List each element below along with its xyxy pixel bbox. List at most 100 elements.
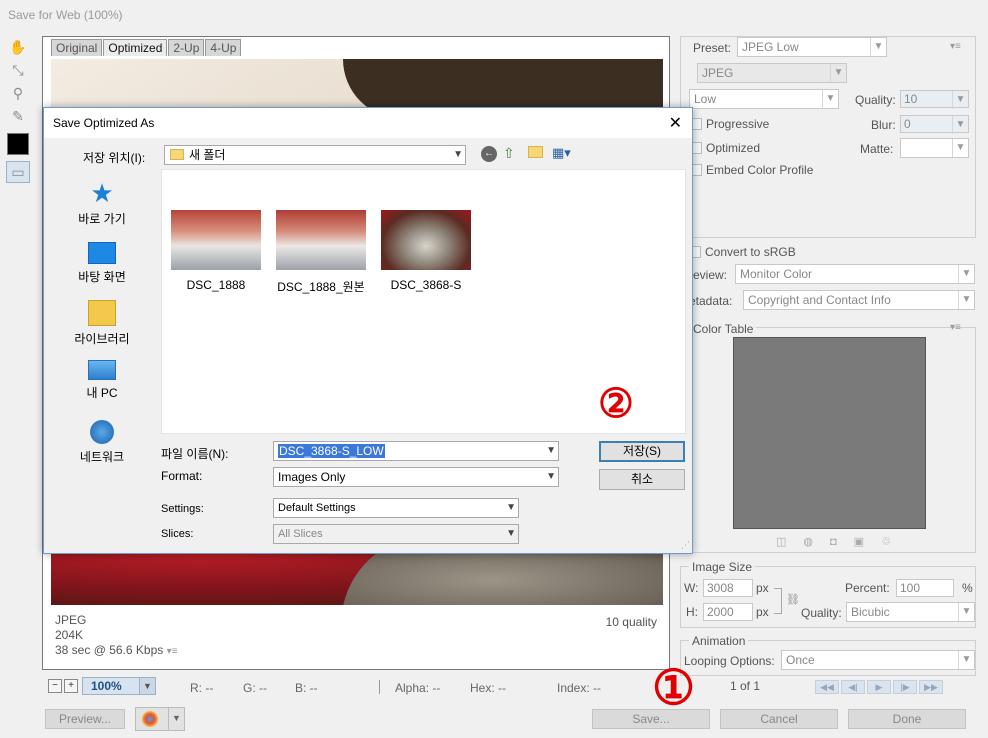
status-bar: − + 100% ▼ R: -- G: -- B: -- Alpha: -- He… (42, 677, 670, 699)
width-label: W: (684, 581, 699, 595)
last-frame-icon[interactable]: ▶▶ (919, 680, 943, 694)
preset-select[interactable]: JPEG Low ▼ (737, 37, 887, 57)
location-label: 저장 위치(I): (83, 151, 146, 165)
zoom-in-button[interactable]: + (64, 679, 78, 693)
looping-select[interactable]: Once ▼ (781, 650, 975, 670)
dialog-cancel-button[interactable]: 취소 (599, 469, 685, 490)
close-icon[interactable]: ✕ (669, 113, 682, 133)
done-button[interactable]: Done (848, 709, 966, 729)
color-table-menu-icon[interactable]: ▾≡ (950, 322, 961, 333)
view-menu-icon[interactable]: ▦▾ (552, 145, 571, 161)
matte-label: Matte: (860, 142, 894, 156)
sidebar-item-network[interactable]: 네트워크 (46, 420, 158, 465)
convert-srgb-checkbox[interactable]: Convert to sRGB (689, 245, 796, 259)
metadata-select[interactable]: Copyright and Contact Info ▼ (743, 290, 975, 310)
library-icon (88, 300, 116, 326)
cancel-button[interactable]: Cancel (720, 709, 838, 729)
sidebar-item-this-pc[interactable]: 내 PC (46, 360, 158, 401)
blur-label: Blur: (871, 118, 896, 132)
readout-g: G: -- (243, 681, 267, 695)
settings-select[interactable]: Default Settings ▼ (273, 498, 519, 518)
color-table-actions: ◫◍◘▣♲ (776, 535, 908, 548)
file-item[interactable]: DSC_3868-S (381, 210, 471, 292)
eyedropper-color-swatch[interactable] (7, 133, 29, 155)
play-icon[interactable]: ▶ (867, 680, 891, 694)
browser-icon (142, 711, 158, 727)
toolbox: ✋ ⤡ ⚲ ✎ ▭ (6, 36, 34, 184)
quality-field[interactable]: 10 ▼ (900, 90, 969, 109)
file-item[interactable]: DSC_1888_원본 (276, 210, 366, 295)
prev-frame-icon[interactable]: ◀| (841, 680, 865, 694)
eyedropper-icon[interactable]: ✎ (6, 105, 30, 127)
preview-button[interactable]: Preview... (45, 709, 125, 729)
computer-icon (88, 360, 116, 380)
divider (379, 680, 380, 694)
height-field[interactable]: 2000 (703, 603, 753, 621)
tab-2up[interactable]: 2-Up (168, 39, 205, 56)
file-thumbnail (381, 210, 471, 270)
file-item[interactable]: DSC_1888 (171, 210, 261, 292)
new-color-icon[interactable]: ▣ (854, 536, 881, 548)
color-table-title: Color Table (693, 322, 757, 336)
blur-field[interactable]: 0 ▼ (900, 115, 969, 134)
link-bracket (774, 588, 782, 614)
back-icon[interactable]: ← (481, 146, 497, 162)
resample-quality-select[interactable]: Bicubic ▼ (846, 602, 975, 622)
preview-select[interactable]: Monitor Color ▼ (735, 264, 975, 284)
slice-select-icon[interactable]: ⤡ (6, 59, 30, 81)
up-folder-icon[interactable]: ⇧ (503, 145, 515, 162)
format-select[interactable]: Images Only ▼ (273, 467, 559, 487)
sidebar-item-desktop[interactable]: 바탕 화면 (46, 242, 158, 285)
color-table[interactable] (733, 337, 926, 529)
slices-label: Slices: (161, 528, 194, 540)
filename-label: 파일 이름(N): (161, 447, 229, 461)
preset-label: Preset: (693, 41, 732, 55)
embed-profile-checkbox[interactable]: Embed Color Profile (690, 163, 813, 177)
browser-select[interactable]: ▼ (135, 707, 185, 731)
hand-icon[interactable]: ✋ (6, 36, 30, 58)
next-frame-icon[interactable]: |▶ (893, 680, 917, 694)
info-menu-icon[interactable]: ▾≡ (167, 646, 178, 657)
preview-label: review: (689, 268, 728, 282)
readout-alpha: Alpha: -- (395, 681, 441, 695)
new-folder-icon[interactable] (528, 146, 543, 158)
optimized-checkbox[interactable]: Optimized (690, 141, 760, 155)
chain-link-icon[interactable]: ⛓ (786, 593, 800, 606)
desktop-icon (88, 242, 116, 264)
height-unit: px (756, 605, 769, 619)
map-color-icon[interactable]: ◫ (776, 536, 803, 548)
lock-color-icon[interactable]: ◘ (830, 536, 854, 548)
preview-info: JPEG 204K 38 sec @ 56.6 Kbps ▾≡ (55, 613, 177, 659)
image-size-title: Image Size (689, 560, 756, 574)
format-select[interactable]: JPEG ▼ (697, 63, 847, 83)
slices-select[interactable]: All Slices ▼ (273, 524, 519, 544)
location-select[interactable]: 새 폴더 ▼ (164, 145, 466, 165)
toggle-slices-icon[interactable]: ▭ (6, 161, 30, 183)
tab-4up[interactable]: 4-Up (205, 39, 242, 56)
animation-controls: ◀◀ ◀| ▶ |▶ ▶▶ (815, 679, 945, 694)
tab-optimized[interactable]: Optimized (103, 39, 168, 56)
trash-icon[interactable]: ♲ (881, 536, 908, 548)
tab-original[interactable]: Original (51, 39, 103, 56)
matte-select[interactable]: ▼ (900, 138, 969, 158)
filename-input[interactable]: DSC_3868-S_LOW ▼ (273, 441, 559, 461)
quality-preset-select[interactable]: Low ▼ (689, 89, 839, 109)
info-size: 204K (55, 628, 84, 642)
info-format: JPEG (55, 613, 87, 627)
readout-b: B: -- (295, 681, 318, 695)
progressive-checkbox[interactable]: Progressive (690, 117, 769, 131)
zoom-select[interactable]: 100% ▼ (82, 677, 156, 695)
first-frame-icon[interactable]: ◀◀ (815, 680, 839, 694)
sidebar-item-quick-access[interactable]: ★ 바로 가기 (46, 180, 158, 227)
web-shift-icon[interactable]: ◍ (803, 536, 830, 548)
zoom-out-button[interactable]: − (48, 679, 62, 693)
width-field[interactable]: 3008 (703, 579, 753, 597)
resize-grip-icon[interactable]: ⋰ (681, 540, 690, 551)
dialog-save-button[interactable]: 저장(S) (599, 441, 685, 462)
sidebar-item-libraries[interactable]: 라이브러리 (46, 300, 158, 347)
preset-menu-icon[interactable]: ▾≡ (950, 41, 961, 52)
percent-field[interactable]: 100 (896, 579, 954, 597)
format-label: Format: (161, 469, 203, 483)
zoom-icon[interactable]: ⚲ (6, 82, 30, 104)
window-title: Save for Web (100%) (8, 8, 123, 22)
